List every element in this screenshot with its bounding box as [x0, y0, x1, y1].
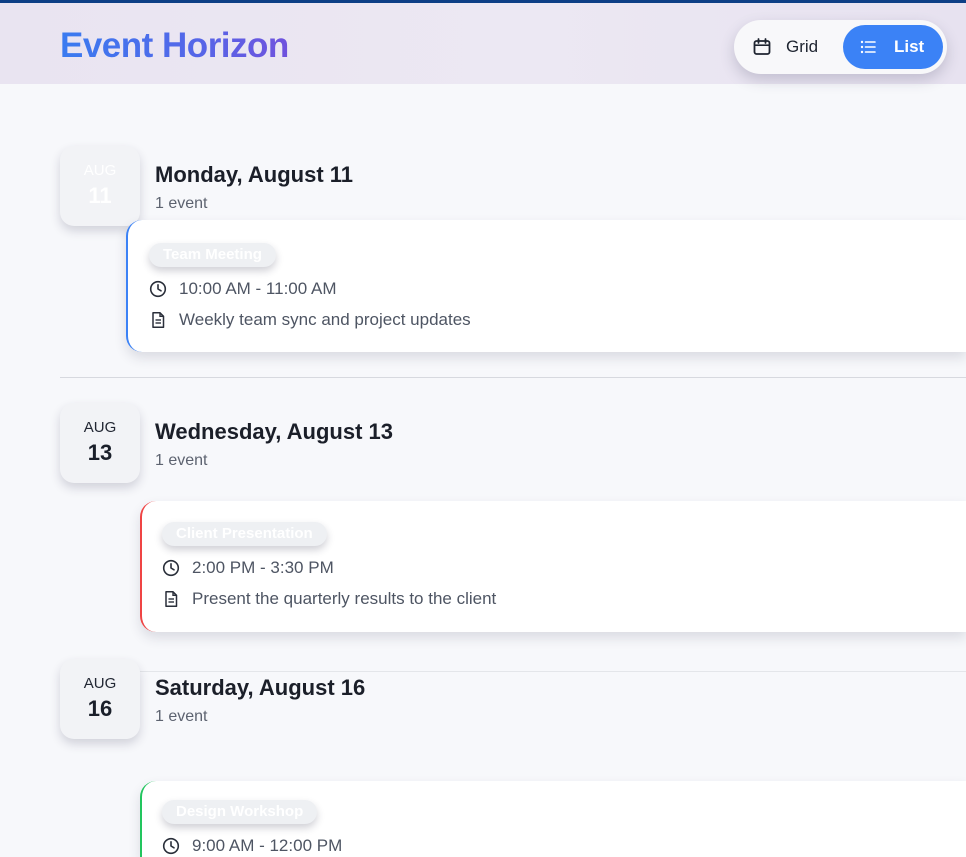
day-event-count: 1 event — [155, 708, 208, 725]
date-tile-day: 16 — [87, 696, 113, 721]
date-tile: AUG 13 — [60, 403, 140, 483]
event-description-text: Weekly team sync and project updates — [179, 310, 471, 329]
date-tile-month: AUG — [83, 419, 117, 436]
event-title-tag: Team Meeting — [149, 243, 276, 267]
event-time-text: 2:00 PM - 3:30 PM — [192, 558, 334, 577]
list-view-button[interactable]: List — [843, 25, 943, 69]
day-title: Monday, August 11 — [155, 162, 354, 187]
day-section: AUG 13 Wednesday, August 13 1 event Clie… — [60, 403, 966, 643]
event-title-tag: Client Presentation — [162, 522, 327, 546]
event-card[interactable]: Client Presentation 2:00 PM - 3:30 PM Pr… — [140, 501, 966, 632]
event-time-text: 9:00 AM - 12:00 PM — [192, 836, 343, 855]
event-description: Weekly team sync and project updates — [149, 310, 471, 330]
date-tile-month: AUG — [83, 162, 117, 179]
event-card[interactable]: Team Meeting 10:00 AM - 11:00 AM Weekly … — [126, 220, 966, 352]
event-description-text: Present the quarterly results to the cli… — [192, 589, 497, 608]
list-icon — [858, 37, 878, 57]
event-title-tag: Design Workshop — [162, 800, 318, 824]
day-title: Saturday, August 16 — [155, 675, 366, 700]
event-time: 10:00 AM - 11:00 AM — [149, 279, 337, 299]
section-divider — [60, 377, 966, 378]
date-tile-day: 13 — [87, 440, 113, 465]
document-icon — [162, 590, 180, 608]
calendar-icon — [752, 37, 772, 57]
list-view-label: List — [894, 37, 925, 56]
event-time: 2:00 PM - 3:30 PM — [162, 558, 334, 578]
grid-view-label: Grid — [786, 37, 819, 56]
event-card[interactable]: Design Workshop 9:00 AM - 12:00 PM — [140, 781, 966, 857]
date-tile: AUG 11 — [60, 146, 140, 226]
view-toggle: Grid List — [734, 20, 947, 74]
event-description: Present the quarterly results to the cli… — [162, 589, 496, 609]
day-event-count: 1 event — [155, 195, 208, 212]
date-tile: AUG 16 — [60, 659, 140, 739]
clock-icon — [162, 837, 180, 855]
date-tile-month: AUG — [83, 675, 117, 692]
day-section: AUG 11 Monday, August 11 1 event Team Me… — [60, 146, 966, 366]
clock-icon — [149, 280, 167, 298]
grid-view-button[interactable]: Grid — [744, 25, 844, 69]
date-tile-day: 11 — [88, 183, 112, 208]
app-title: Event Horizon — [60, 24, 289, 68]
event-time: 9:00 AM - 12:00 PM — [162, 836, 342, 856]
event-time-text: 10:00 AM - 11:00 AM — [179, 279, 337, 298]
app-header: Event Horizon Grid List — [0, 0, 966, 84]
clock-icon — [162, 559, 180, 577]
document-icon — [149, 311, 167, 329]
day-event-count: 1 event — [155, 452, 208, 469]
day-title: Wednesday, August 13 — [155, 419, 393, 444]
day-section: AUG 16 Saturday, August 16 1 event Desig… — [60, 659, 966, 857]
